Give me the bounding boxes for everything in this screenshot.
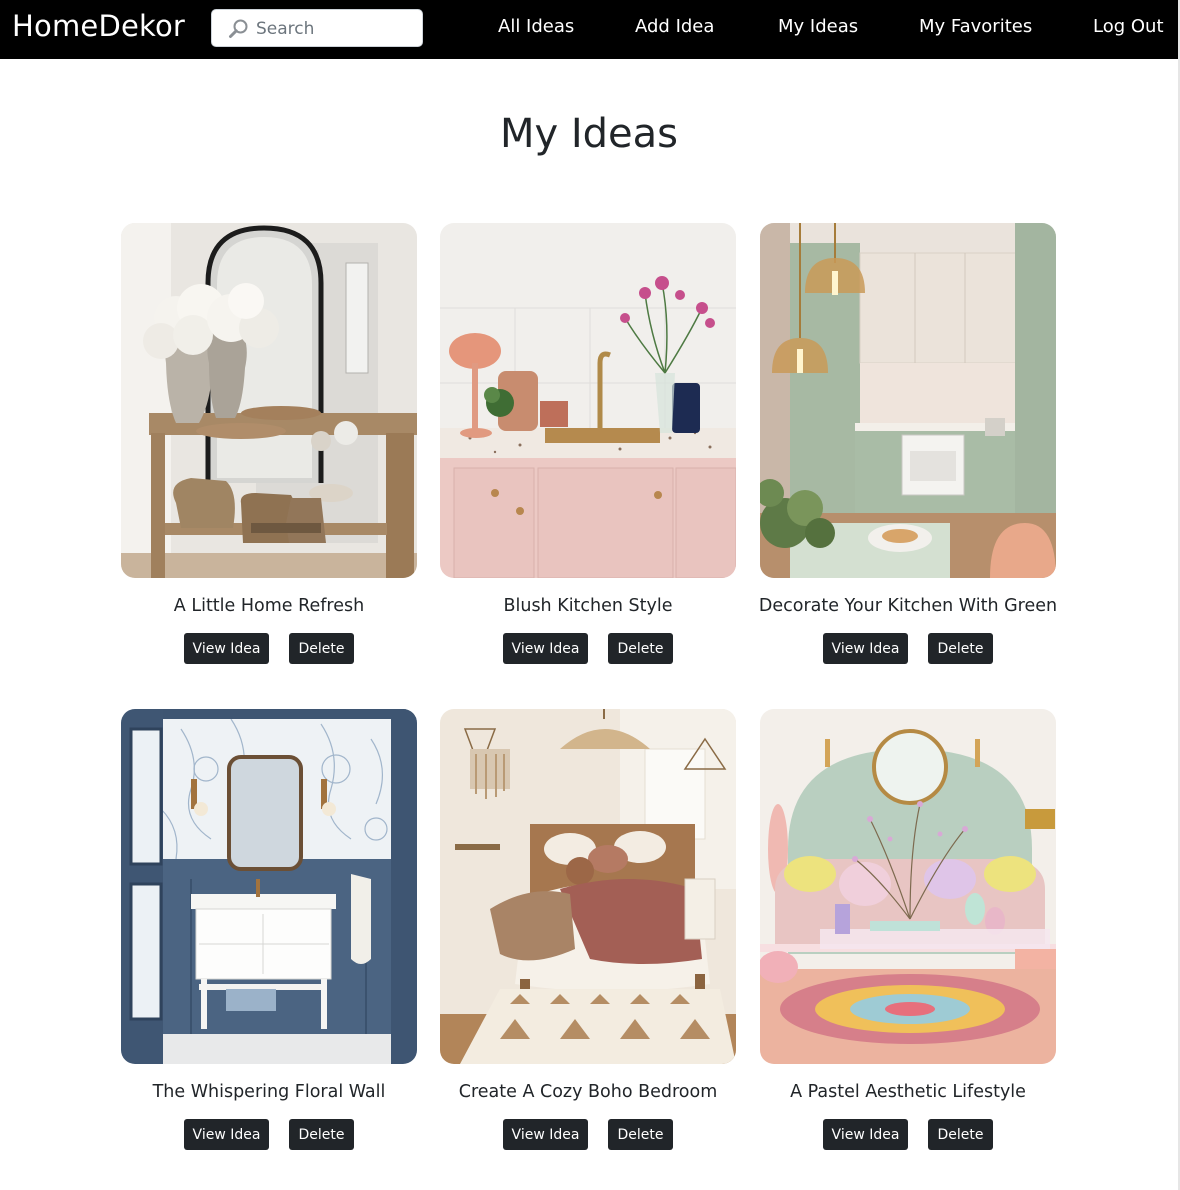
idea-card: A Little Home Refresh View Idea Delete xyxy=(121,223,417,664)
view-idea-button[interactable]: View Idea xyxy=(503,633,588,664)
idea-card: Blush Kitchen Style View Idea Delete xyxy=(440,223,736,664)
delete-button[interactable]: Delete xyxy=(928,1119,993,1150)
idea-title: Decorate Your Kitchen With Green xyxy=(758,596,1058,616)
idea-title: The Whispering Floral Wall xyxy=(152,1082,386,1102)
view-idea-button[interactable]: View Idea xyxy=(823,1119,908,1150)
delete-button[interactable]: Delete xyxy=(608,1119,673,1150)
idea-card: Create A Cozy Boho Bedroom View Idea Del… xyxy=(440,709,736,1150)
idea-card: A Pastel Aesthetic Lifestyle View Idea D… xyxy=(760,709,1056,1150)
navbar: HomeDekor All Ideas Add Idea My Ideas My… xyxy=(0,0,1178,59)
view-idea-button[interactable]: View Idea xyxy=(823,633,908,664)
idea-card: The Whispering Floral Wall View Idea Del… xyxy=(121,709,417,1150)
search-input[interactable] xyxy=(256,16,416,42)
view-idea-button[interactable]: View Idea xyxy=(503,1119,588,1150)
nav-my-ideas[interactable]: My Ideas xyxy=(778,16,858,37)
idea-image[interactable] xyxy=(440,223,736,578)
brand-logo[interactable]: HomeDekor xyxy=(12,9,185,43)
view-idea-button[interactable]: View Idea xyxy=(184,633,269,664)
nav-all-ideas[interactable]: All Ideas xyxy=(498,16,574,37)
idea-image[interactable] xyxy=(440,709,736,1064)
delete-button[interactable]: Delete xyxy=(928,633,993,664)
idea-image[interactable] xyxy=(760,709,1056,1064)
idea-image[interactable] xyxy=(121,223,417,578)
view-idea-button[interactable]: View Idea xyxy=(184,1119,269,1150)
idea-card: Decorate Your Kitchen With Green View Id… xyxy=(759,223,1057,664)
delete-button[interactable]: Delete xyxy=(289,1119,354,1150)
idea-title: Blush Kitchen Style xyxy=(503,596,673,616)
delete-button[interactable]: Delete xyxy=(289,633,354,664)
nav-log-out[interactable]: Log Out xyxy=(1093,16,1164,37)
delete-button[interactable]: Delete xyxy=(608,633,673,664)
nav-my-favorites[interactable]: My Favorites xyxy=(919,16,1032,37)
idea-title: A Pastel Aesthetic Lifestyle xyxy=(790,1082,1026,1102)
page-title: My Ideas xyxy=(499,111,679,157)
idea-image[interactable] xyxy=(760,223,1056,578)
search-icon xyxy=(229,19,248,38)
idea-title: Create A Cozy Boho Bedroom xyxy=(458,1082,718,1102)
nav-add-idea[interactable]: Add Idea xyxy=(635,16,714,37)
idea-title: A Little Home Refresh xyxy=(173,596,365,616)
search-box xyxy=(211,9,423,47)
idea-image[interactable] xyxy=(121,709,417,1064)
